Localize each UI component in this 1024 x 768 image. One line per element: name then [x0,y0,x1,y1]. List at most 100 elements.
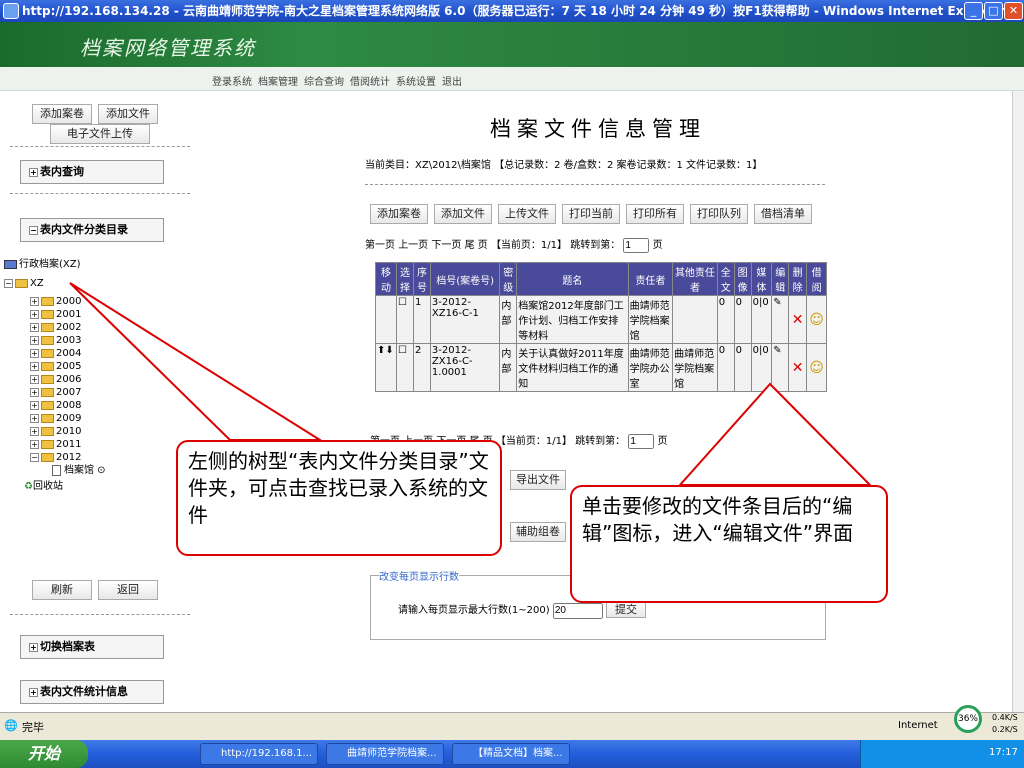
delete-icon[interactable]: ✕ [788,295,808,344]
tree-year-2004[interactable]: +2004 [30,347,194,360]
tree-node-xz[interactable]: − XZ [4,277,194,290]
file-table: 移动 选择 序号 档号(案卷号) 密级 题名 责任者 其他责任者 全文 图像 媒体 编辑 删除 借阅 ☐ 1… [374,262,827,392]
rows-input[interactable] [552,602,603,619]
tree-year-2001[interactable]: +2001 [30,308,194,321]
nav-query[interactable]: 综合查询 [304,73,344,88]
column-header: 移动 [374,262,398,296]
borrow-icon[interactable]: ☺ [806,295,827,344]
folder-icon [41,439,54,449]
task-doc2[interactable]: 【精品文档】档案... [452,743,570,765]
toolbar-button-6[interactable]: 借档清单 [754,204,812,224]
image-icon: 0 [733,343,752,392]
table-row[interactable]: ⬆⬇ ☐ 2 3-2012-ZX16-C-1.0001 内部 关于认真做好2011年度文件… [374,343,827,392]
divider [10,614,190,615]
close-button[interactable]: ✕ [1004,2,1023,20]
toolbar-button-3[interactable]: 打印当前 [562,204,620,224]
vertical-scrollbar[interactable] [1012,91,1024,712]
nav-stats[interactable]: 借阅统计 [350,73,390,88]
expand-icon: + [29,167,38,177]
row-checkbox[interactable]: ☐ [396,295,414,344]
nav-settings[interactable]: 系统设置 [396,73,436,88]
tree-year-label: 2004 [56,348,82,359]
toolbar-button-0[interactable]: 添加案卷 [370,204,428,224]
row-checkbox[interactable]: ☐ [396,343,414,392]
column-header: 档号(案卷号) [429,262,501,296]
nav-archive[interactable]: 档案管理 [258,73,298,88]
table-row[interactable]: ☐ 1 3-2012-XZ16-C-1 内部 档案馆2012年度部门工作计划、归档工作安… [374,295,827,344]
column-header: 借阅 [806,262,827,296]
first-page-link[interactable]: 第一页 [365,240,395,251]
rows-legend: 改变每页显示行数 [379,572,459,583]
edit-icon[interactable]: ✎ [771,295,790,344]
section-table-query[interactable]: + 表内查询 [20,160,164,184]
tree-year-2002[interactable]: +2002 [30,321,194,334]
divider [10,146,190,147]
nav-logout[interactable]: 退出 [442,73,462,88]
refresh-button[interactable]: 刷新 [32,580,92,600]
expand-icon: + [29,642,38,652]
folder-icon [41,296,54,306]
last-page-link[interactable]: 尾 页 [465,240,488,251]
tree-year-2007[interactable]: +2007 [30,386,194,399]
section-label: 表内文件统计信息 [40,685,128,698]
divider [365,184,825,185]
tree-year-2009[interactable]: +2009 [30,412,194,425]
folder-icon [41,322,54,332]
tree-year-2005[interactable]: +2005 [30,360,194,373]
prev-page-link[interactable]: 上一页 [398,240,428,251]
export-file-button[interactable]: 导出文件 [510,470,566,490]
minimize-button[interactable]: _ [964,2,983,20]
move-icon[interactable]: ⬆⬇ [374,343,398,392]
tree-year-2003[interactable]: +2003 [30,334,194,347]
tree-year-2008[interactable]: +2008 [30,399,194,412]
image-icon: 0 [733,295,752,344]
file-tree: 行政档案(XZ) − XZ +2000 +2001 +2002 +2003 +2004 +2… [4,258,194,493]
pager-top: 第一页 上一页 下一页 尾 页 【当前页：1/1】 跳转到第： 页 [365,236,663,253]
tree-year-label: 2011 [56,439,82,450]
assist-volume-button[interactable]: 辅助组卷 [510,522,566,542]
back-button[interactable]: 返回 [98,580,158,600]
move-icon[interactable] [374,295,398,344]
tree-year-2012[interactable]: − 2012 [30,451,194,464]
toolbar-button-4[interactable]: 打印所有 [626,204,684,224]
tree-leaf[interactable]: 档案馆 ⊙ [4,464,194,477]
maximize-button[interactable]: □ [984,2,1003,20]
column-header: 密级 [499,262,518,296]
edit-icon[interactable]: ✎ [771,343,790,392]
section-switch-table[interactable]: + 切换档案表 [20,635,164,659]
nav-login[interactable]: 登录系统 [212,73,252,88]
toolbar-button-5[interactable]: 打印队列 [690,204,748,224]
folder-icon [41,400,54,410]
divider [10,193,190,194]
borrow-icon[interactable]: ☺ [806,343,827,392]
toolbar-button-2[interactable]: 上传文件 [498,204,556,224]
tree-year-2010[interactable]: +2010 [30,425,194,438]
tree-recycle-label: 回收站 [32,481,63,492]
row-other-responsible [672,295,718,344]
folder-icon [41,387,54,397]
section-file-classify[interactable]: − 表内文件分类目录 [20,218,164,242]
tree-year-2000[interactable]: +2000 [30,295,194,308]
tree-year-2006[interactable]: +2006 [30,373,194,386]
add-file-button[interactable]: 添加文件 [98,104,158,124]
section-stats[interactable]: + 表内文件统计信息 [20,680,164,704]
delete-icon[interactable]: ✕ [788,343,808,392]
tree-recycle[interactable]: ♻回收站 [4,480,194,493]
ie-icon [3,3,19,19]
upload-file-button[interactable]: 电子文件上传 [50,124,150,144]
folder-icon [41,452,54,462]
tree-root[interactable]: 行政档案(XZ) [4,258,194,271]
jump-page-input[interactable] [623,238,650,253]
jump-page-input-bottom[interactable] [628,434,655,449]
add-volume-button[interactable]: 添加案卷 [32,104,92,124]
start-button[interactable]: 开始 [0,740,88,768]
tree-year-label: 2002 [56,322,82,333]
toolbar-button-1[interactable]: 添加文件 [434,204,492,224]
media-icon: 0|0 [750,295,773,344]
column-header: 删除 [788,262,808,296]
task-doc1[interactable]: 曲靖师范学院档案... [326,743,444,765]
tree-year-label: 2008 [56,400,82,411]
next-page-link[interactable]: 下一页 [431,240,461,251]
task-ie[interactable]: http://192.168.1... [200,743,318,765]
tree-year-2011[interactable]: +2011 [30,438,194,451]
